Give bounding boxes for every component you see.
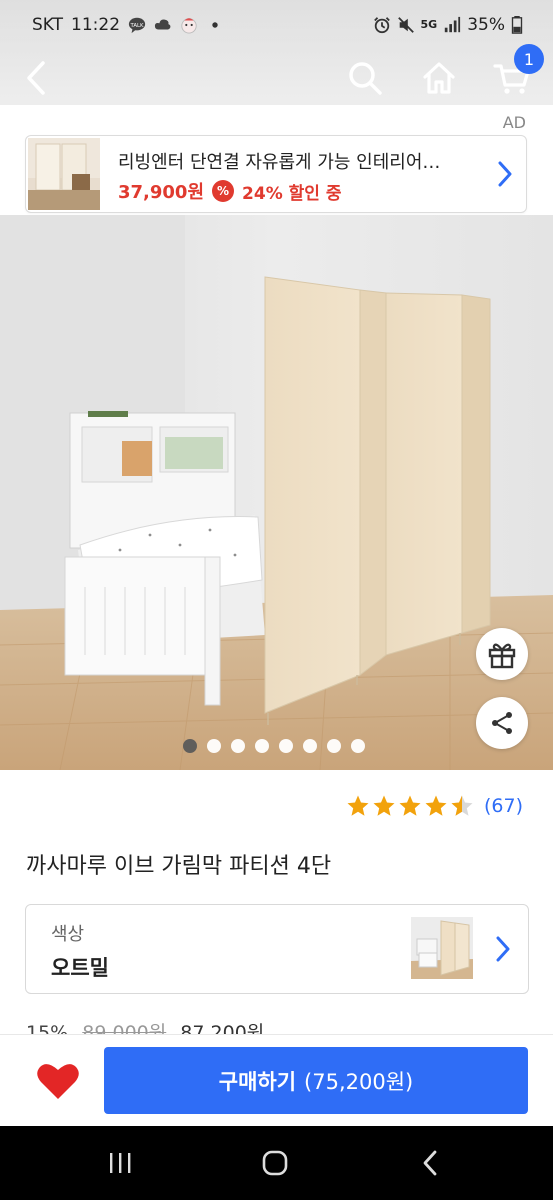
star-icon [347,795,369,816]
cart-count-badge: 1 [514,44,544,74]
search-button[interactable] [343,56,387,100]
svg-text:TALK: TALK [129,23,144,29]
star-icon [373,795,395,816]
back-button[interactable] [14,56,58,100]
option-thumbnail [411,917,473,979]
status-left: SKT 11:22 TALK [32,15,224,35]
status-right: 5G 35% [373,15,523,35]
product-title: 까사마루 이브 가림막 파티션 4단 [26,854,332,879]
review-count[interactable]: (67) [484,795,523,817]
ad-label: AD [502,113,526,132]
buy-button[interactable]: 구매하기 (75,200원) [104,1047,528,1114]
buy-label: 구매하기 [218,1069,297,1094]
home-button[interactable] [417,56,461,100]
alarm-icon [373,17,390,34]
ad-discount: 24% 할인 중 [242,183,342,204]
share-icon [492,712,512,734]
ad-title: 리빙엔터 단연결 자유롭게 가능 인테리어… [118,152,441,173]
gift-button[interactable] [476,628,528,680]
purchase-action-bar: 구매하기 (75,200원) [0,1034,553,1127]
carousel-dot[interactable] [183,739,197,753]
back-icon [27,61,45,95]
carousel-indicators [183,739,365,753]
option-label: 색상 [51,924,85,945]
heart-icon[interactable] [36,1061,80,1101]
home-icon [423,62,455,94]
carousel-dot[interactable] [303,739,317,753]
signal-icon [445,16,461,33]
search-icon [349,62,382,95]
cart-button[interactable]: 1 [490,44,544,100]
status-bar: SKT 11:22 TALK 5G 35% [0,0,553,52]
ad-price-row: 37,900원 % 24% 할인 중 [118,178,341,204]
star-icon [425,795,447,816]
ad-price: 37,900원 [118,182,205,203]
carousel-dot[interactable] [279,739,293,753]
gift-icon [488,643,516,669]
recent-apps-button[interactable] [100,1148,140,1178]
carousel-dot[interactable] [231,739,245,753]
product-photo [0,215,553,770]
home-system-button[interactable] [255,1148,295,1178]
ad-banner[interactable]: 리빙엔터 단연결 자유롭게 가능 인테리어… 37,900원 % 24% 할인 … [25,135,527,213]
star-icon [399,795,421,816]
carrier-label: SKT [32,15,64,35]
battery-percent: 35% [467,15,505,35]
ad-thumbnail [28,138,100,210]
discount-badge-icon: % [212,180,235,202]
character-icon [181,18,197,34]
network-type: 5G [420,18,438,31]
option-value: 오트밀 [51,956,109,980]
back-chevron-icon [423,1150,437,1176]
battery-icon [511,16,523,34]
carousel-dot[interactable] [255,739,269,753]
color-option-selector[interactable]: 색상 오트밀 [25,904,529,994]
cloud-icon [154,19,171,30]
share-button[interactable] [476,697,528,749]
system-navigation-bar [0,1126,553,1200]
carousel-dot[interactable] [207,739,221,753]
half-star-icon [451,795,473,816]
back-system-button[interactable] [410,1148,450,1178]
recent-apps-icon [110,1153,131,1173]
carousel-dot[interactable] [327,739,341,753]
product-image-carousel[interactable] [0,215,553,770]
clock: 11:22 [71,15,121,35]
buy-price: (75,200원) [304,1069,414,1094]
dot-icon [212,22,218,28]
top-navigation: 1 [0,44,553,102]
home-circle-icon [262,1150,288,1176]
rating[interactable]: (67) [346,794,523,818]
chevron-right-icon [496,936,510,962]
carousel-dot[interactable] [351,739,365,753]
chevron-right-icon [498,161,512,187]
mute-icon [397,17,414,33]
talk-icon: TALK [128,17,146,34]
